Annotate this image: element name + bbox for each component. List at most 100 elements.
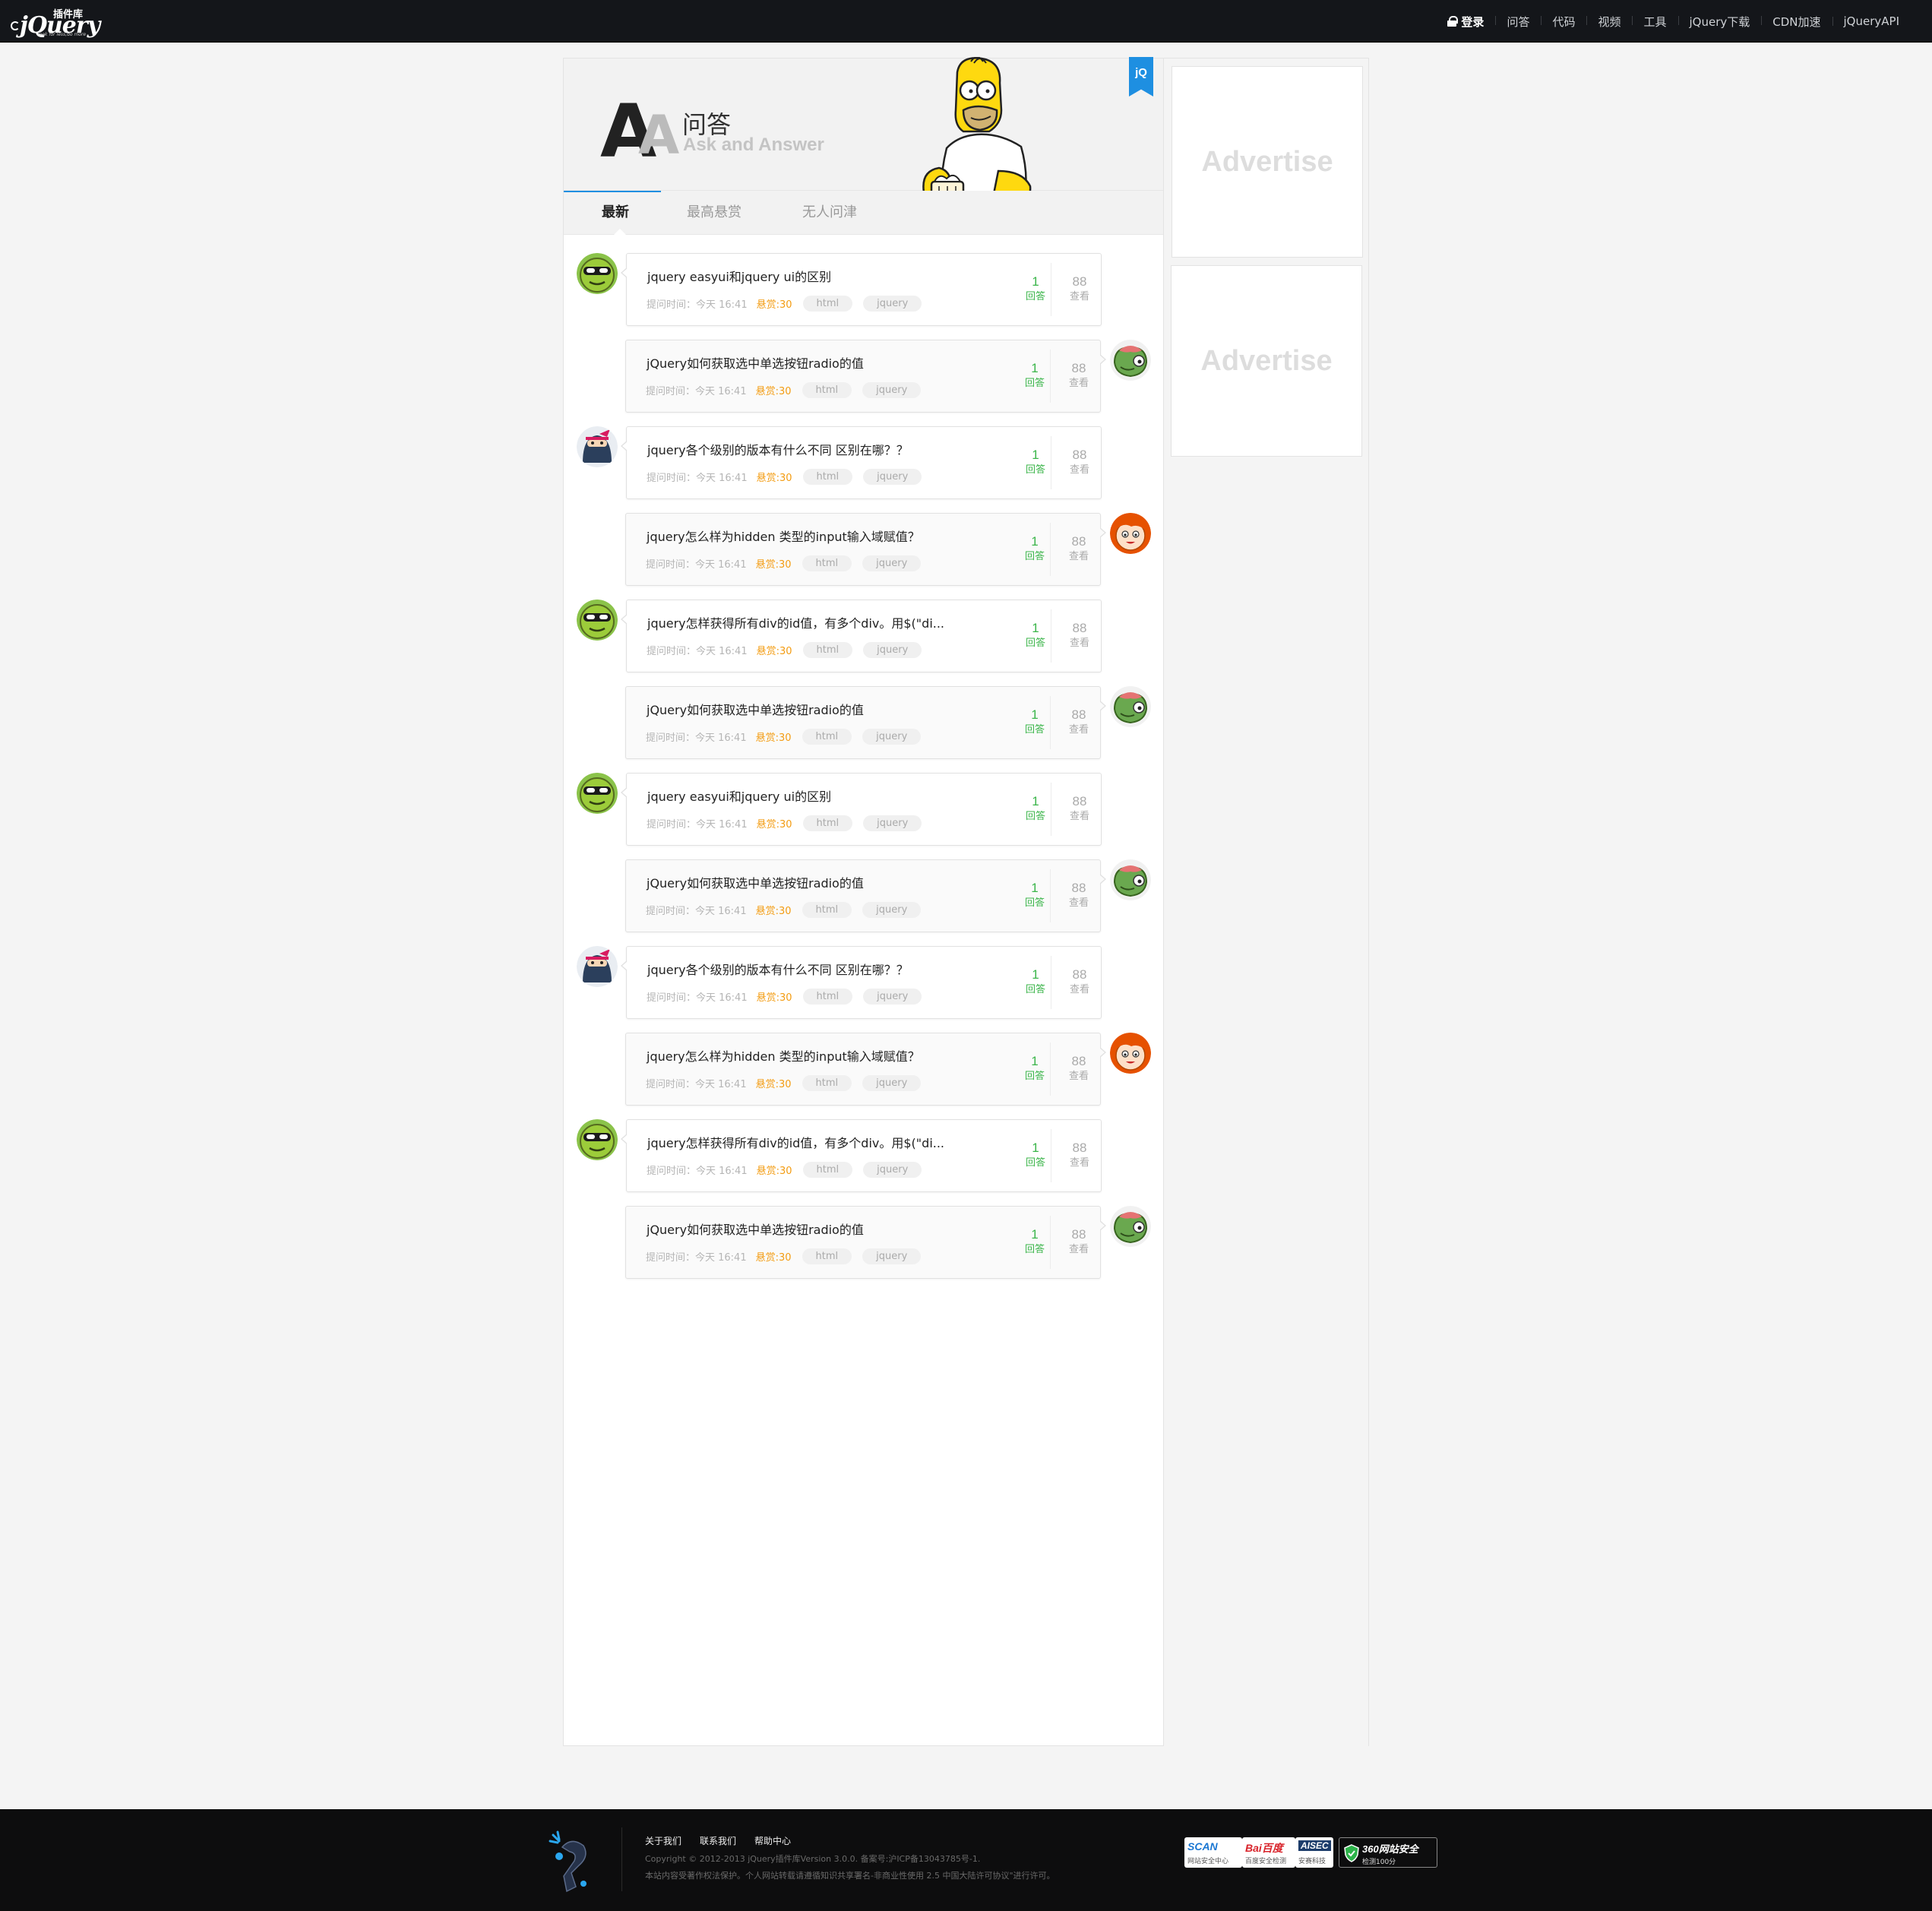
question-meta: 提问时间：今天 16:41 悬赏:30 html jquery xyxy=(646,1075,922,1091)
user-avatar[interactable] xyxy=(577,426,618,467)
question-title-link[interactable]: jQuery如何获取选中单选按钮radio的值 xyxy=(647,1220,864,1238)
tag-html[interactable]: html xyxy=(802,1075,852,1091)
question-card[interactable]: jquery各个级别的版本有什么不同 区别在哪？？ 提问时间：今天 16:41 悬赏… xyxy=(621,426,1102,499)
tag-html[interactable]: html xyxy=(802,902,852,918)
user-avatar[interactable] xyxy=(1110,686,1151,727)
view-count-number: 88 xyxy=(1072,794,1087,808)
tag-html[interactable]: html xyxy=(802,815,853,831)
user-avatar[interactable] xyxy=(1110,513,1151,554)
question-reward: 悬赏:30 xyxy=(756,992,792,1004)
question-card[interactable]: jquery easyui和jquery ui的区别 提问时间：今天 16:41 悬… xyxy=(621,253,1102,326)
tag-html[interactable]: html xyxy=(802,555,852,571)
nav-cdn[interactable]: CDN加速 xyxy=(1761,14,1832,30)
answer-count-number: 1 xyxy=(1031,361,1039,375)
question-card[interactable]: jquery怎么样为hidden 类型的input输入域赋值？ 提问时间：今天 1… xyxy=(625,1033,1106,1106)
footer-link-help[interactable]: 帮助中心 xyxy=(754,1834,791,1847)
question-card[interactable]: jQuery如何获取选中单选按钮radio的值 提问时间：今天 16:41 悬赏:3… xyxy=(625,340,1106,413)
answer-count: 1 回答 xyxy=(1017,880,1052,910)
question-title-link[interactable]: jquery easyui和jquery ui的区别 xyxy=(647,786,831,805)
tag-jquery[interactable]: jquery xyxy=(862,555,922,571)
page-subtitle: Ask and Answer xyxy=(683,134,824,155)
tag-jquery[interactable]: jquery xyxy=(862,902,922,918)
user-avatar[interactable] xyxy=(1110,1206,1151,1247)
user-avatar[interactable] xyxy=(1110,340,1151,381)
user-avatar[interactable] xyxy=(577,1119,618,1160)
tag-jquery[interactable]: jquery xyxy=(863,642,922,658)
question-card[interactable]: jquery easyui和jquery ui的区别 提问时间：今天 16:41 悬… xyxy=(621,773,1102,846)
tag-html[interactable]: html xyxy=(802,469,853,485)
answer-count: 1 回答 xyxy=(1018,793,1053,824)
question-title-link[interactable]: jquery各个级别的版本有什么不同 区别在哪？？ xyxy=(647,960,909,978)
nav-tools[interactable]: 工具 xyxy=(1632,14,1677,30)
question-time: 提问时间：今天 16:41 xyxy=(647,473,748,484)
tag-jquery[interactable]: jquery xyxy=(862,1075,922,1091)
question-card[interactable]: jquery怎么样为hidden 类型的input输入域赋值？ 提问时间：今天 1… xyxy=(625,513,1106,586)
question-title-link[interactable]: jquery easyui和jquery ui的区别 xyxy=(647,267,831,285)
question-title-link[interactable]: jQuery如何获取选中单选按钮radio的值 xyxy=(647,353,864,372)
question-item: jquery各个级别的版本有什么不同 区别在哪？？ 提问时间：今天 16:41 悬赏… xyxy=(564,946,1163,1019)
user-avatar[interactable] xyxy=(1110,1033,1151,1074)
nav-jquery-download[interactable]: jQuery下载 xyxy=(1677,14,1762,30)
question-meta: 提问时间：今天 16:41 悬赏:30 html jquery xyxy=(646,1248,922,1264)
question-title-link[interactable]: jQuery如何获取选中单选按钮radio的值 xyxy=(647,700,864,718)
question-title-link[interactable]: jQuery如何获取选中单选按钮radio的值 xyxy=(647,873,864,891)
view-count-number: 88 xyxy=(1071,534,1086,549)
tag-jquery[interactable]: jquery xyxy=(863,815,922,831)
footer-link-contact[interactable]: 联系我们 xyxy=(700,1834,736,1847)
nav-video[interactable]: 视频 xyxy=(1586,14,1632,30)
view-count: 88 查看 xyxy=(1062,1140,1097,1170)
question-title-link[interactable]: jquery怎么样为hidden 类型的input输入域赋值？ xyxy=(647,1046,920,1065)
tag-html[interactable]: html xyxy=(802,296,853,312)
site-logo[interactable]: 插件库 jQuery look for less,do more xyxy=(11,6,109,39)
question-card[interactable]: jQuery如何获取选中单选按钮radio的值 提问时间：今天 16:41 悬赏:3… xyxy=(625,1206,1106,1279)
question-title-link[interactable]: jquery怎么样为hidden 类型的input输入域赋值？ xyxy=(647,527,920,545)
answer-count-label: 回答 xyxy=(1024,724,1045,736)
tag-jquery[interactable]: jquery xyxy=(863,989,922,1005)
tag-html[interactable]: html xyxy=(802,989,853,1005)
view-count-label: 查看 xyxy=(1068,378,1089,389)
question-card[interactable]: jQuery如何获取选中单选按钮radio的值 提问时间：今天 16:41 悬赏:3… xyxy=(625,686,1106,759)
tag-html[interactable]: html xyxy=(802,642,853,658)
tag-html[interactable]: html xyxy=(802,1162,853,1178)
scan-security-badge[interactable]: SCAN 网站安全中心 xyxy=(1184,1837,1242,1868)
360-security-badge[interactable]: 360网站安全 检测100分 xyxy=(1339,1837,1437,1868)
baidu-security-badge[interactable]: Bai百度 百度安全检测 xyxy=(1242,1837,1295,1868)
question-card[interactable]: jquery怎样获得所有div的id值，有多个div。用$("di... 提问时间… xyxy=(621,600,1102,672)
tag-jquery[interactable]: jquery xyxy=(863,469,922,485)
aisec-badge[interactable]: AISEC 安赛科技 xyxy=(1295,1837,1333,1868)
tag-jquery[interactable]: jquery xyxy=(862,382,922,398)
question-item: jQuery如何获取选中单选按钮radio的值 提问时间：今天 16:41 悬赏:3… xyxy=(564,686,1163,759)
tab-unanswered[interactable]: 无人问津 xyxy=(802,191,857,235)
question-title-link[interactable]: jquery各个级别的版本有什么不同 区别在哪？？ xyxy=(647,440,909,458)
tag-html[interactable]: html xyxy=(802,729,852,745)
view-count: 88 查看 xyxy=(1062,447,1097,477)
question-card[interactable]: jQuery如何获取选中单选按钮radio的值 提问时间：今天 16:41 悬赏:3… xyxy=(625,859,1106,932)
nav-qa[interactable]: 问答 xyxy=(1495,14,1541,30)
user-avatar[interactable] xyxy=(577,253,618,294)
advertisement-slot[interactable]: Advertise xyxy=(1171,265,1362,457)
tag-jquery[interactable]: jquery xyxy=(862,729,922,745)
user-avatar[interactable] xyxy=(577,946,618,987)
user-avatar[interactable] xyxy=(577,773,618,814)
advertisement-slot[interactable]: Advertise xyxy=(1172,66,1363,258)
question-card[interactable]: jquery各个级别的版本有什么不同 区别在哪？？ 提问时间：今天 16:41 悬赏… xyxy=(621,946,1102,1019)
footer-link-about[interactable]: 关于我们 xyxy=(645,1834,681,1847)
question-card[interactable]: jquery怎样获得所有div的id值，有多个div。用$("di... 提问时间… xyxy=(621,1119,1102,1192)
tag-html[interactable]: html xyxy=(802,382,852,398)
tag-html[interactable]: html xyxy=(802,1248,852,1264)
view-count-number: 88 xyxy=(1072,274,1087,289)
tag-jquery[interactable]: jquery xyxy=(863,1162,922,1178)
nav-code[interactable]: 代码 xyxy=(1541,14,1586,30)
question-title-link[interactable]: jquery怎样获得所有div的id值，有多个div。用$("di... xyxy=(647,613,944,631)
question-title-link[interactable]: jquery怎样获得所有div的id值，有多个div。用$("di... xyxy=(647,1133,944,1151)
top-navigation-bar: 插件库 jQuery look for less,do more 登录 问答 代… xyxy=(0,0,1932,43)
user-avatar[interactable] xyxy=(577,600,618,641)
nav-jquery-api[interactable]: jQueryAPI xyxy=(1832,14,1911,28)
question-reward: 悬赏:30 xyxy=(756,473,792,484)
user-avatar[interactable] xyxy=(1110,859,1151,900)
tag-jquery[interactable]: jquery xyxy=(863,296,922,312)
answer-count-label: 回答 xyxy=(1025,1157,1045,1169)
tag-jquery[interactable]: jquery xyxy=(862,1248,922,1264)
nav-login[interactable]: 登录 xyxy=(1436,14,1495,30)
tab-highest-reward[interactable]: 最高悬赏 xyxy=(687,191,741,235)
